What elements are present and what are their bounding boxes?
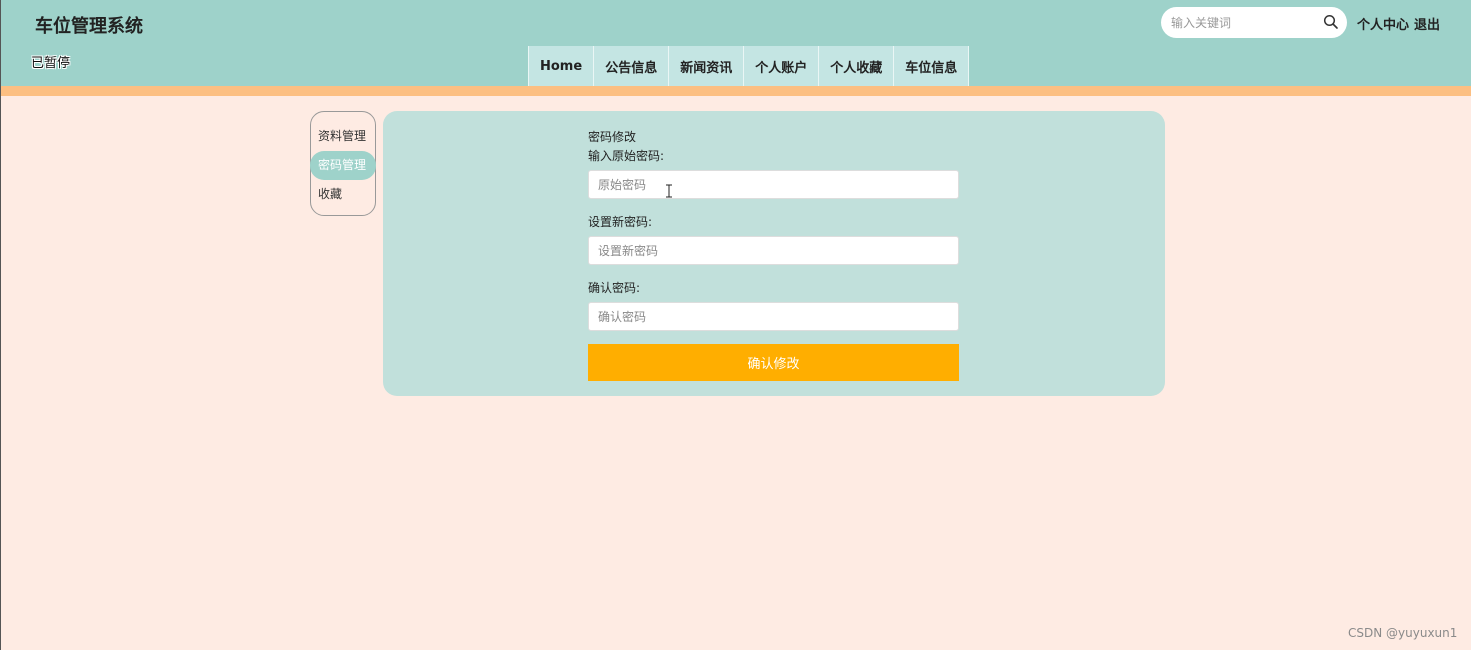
site-title: 车位管理系统 (35, 16, 143, 37)
header-accent-strip (1, 86, 1471, 96)
watermark: CSDN @yuyuxun1 (1348, 626, 1458, 640)
logout-link[interactable]: 退出 (1414, 14, 1440, 33)
paused-label: 已暂停 (31, 56, 71, 71)
old-password-input[interactable] (588, 170, 959, 199)
confirm-change-button[interactable]: 确认修改 (588, 344, 959, 381)
user-center-link[interactable]: 个人中心 (1357, 14, 1409, 33)
nav-item-home[interactable]: Home (528, 46, 594, 86)
search-input[interactable] (1171, 13, 1319, 32)
nav-item-account[interactable]: 个人账户 (743, 46, 819, 86)
sidebar-menu: 资料管理 密码管理 收藏 (310, 111, 376, 216)
main-nav: Home 公告信息 新闻资讯 个人账户 个人收藏 车位信息 (528, 46, 970, 86)
text-cursor-icon (665, 183, 673, 198)
confirm-password-input[interactable] (588, 302, 959, 331)
form-title: 密码修改 (588, 130, 637, 144)
nav-item-news[interactable]: 新闻资讯 (668, 46, 744, 86)
sidebar-item-password[interactable]: 密码管理 (310, 151, 376, 180)
sidebar-item-favorites[interactable]: 收藏 (311, 180, 375, 209)
search-icon[interactable] (1323, 14, 1339, 30)
nav-item-parking-info[interactable]: 车位信息 (893, 46, 970, 86)
new-password-label: 设置新密码: (588, 215, 653, 229)
nav-item-favorites[interactable]: 个人收藏 (818, 46, 894, 86)
search-box (1161, 7, 1347, 38)
sidebar-item-profile[interactable]: 资料管理 (311, 122, 375, 151)
old-password-label: 输入原始密码: (588, 149, 665, 163)
confirm-password-label: 确认密码: (588, 281, 641, 295)
nav-item-announcements[interactable]: 公告信息 (593, 46, 669, 86)
new-password-input[interactable] (588, 236, 959, 265)
